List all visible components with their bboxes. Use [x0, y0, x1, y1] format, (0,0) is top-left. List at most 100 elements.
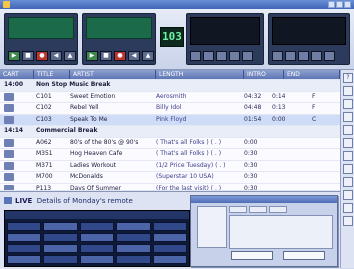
track-length: 0:00	[244, 138, 258, 146]
schedule-cell[interactable]	[43, 244, 78, 253]
track-artist: Pink Floyd	[156, 115, 187, 123]
monitor-panel-1	[186, 13, 264, 65]
monitor-button[interactable]	[298, 51, 309, 61]
tool-icon[interactable]	[343, 99, 353, 109]
playlist: 14:00 Non Stop Music Break C101 Sweet Emoti…	[0, 80, 340, 190]
stop-button[interactable]: ■	[100, 51, 112, 61]
playlist-row[interactable]: A062 80's of the 80's @ 90's ( That's all …	[0, 138, 340, 149]
playlist-row[interactable]: C103 Speak To Me Pink Floyd 01:54 0:00 C	[0, 114, 340, 126]
play-button[interactable]: ▶	[86, 51, 98, 61]
group-title: Commercial Break	[36, 127, 98, 134]
playlist-row[interactable]: M351 Hog Heaven Cafe ( That's all Folks ) …	[0, 149, 340, 161]
monitor-button[interactable]	[324, 51, 335, 61]
column-header[interactable]: CART	[0, 70, 34, 79]
cue-button[interactable]: ◀	[128, 51, 140, 61]
cart-id: M371	[36, 161, 53, 169]
track-artist: Billy Idol	[156, 104, 182, 111]
monitor-button[interactable]	[190, 51, 201, 61]
close-button[interactable]	[344, 1, 351, 8]
group-time: 14:14	[4, 127, 24, 134]
dialog-list[interactable]	[197, 206, 227, 248]
eject-button[interactable]: ▲	[64, 51, 76, 61]
time-counter: 103	[160, 27, 184, 47]
schedule-cell[interactable]	[7, 244, 42, 253]
cart-icon	[4, 161, 14, 170]
eject-button[interactable]: ▲	[142, 51, 154, 61]
schedule-cell[interactable]	[152, 233, 187, 242]
schedule-cell[interactable]	[7, 222, 42, 231]
track-length: 04:48	[244, 104, 262, 111]
track-artist: ( That's all Folks ) ( . )	[156, 150, 222, 157]
schedule-cell[interactable]	[116, 244, 151, 253]
schedule-cell[interactable]	[79, 222, 115, 231]
monitor-2-screen	[272, 17, 346, 45]
dialog-tab[interactable]	[269, 206, 287, 213]
dialog-ok-button[interactable]	[231, 251, 273, 260]
dialog-tab[interactable]	[229, 206, 247, 213]
schedule-cell[interactable]	[43, 233, 78, 242]
dialog-tab[interactable]	[249, 206, 267, 213]
maximize-button[interactable]	[336, 1, 343, 8]
tool-icon[interactable]: ?	[343, 73, 353, 83]
schedule-cell[interactable]	[152, 222, 187, 231]
schedule-cell[interactable]	[7, 233, 42, 242]
column-header[interactable]: LENGTH	[156, 70, 244, 79]
playlist-row[interactable]: P113 Days Of Summer (For the last visit) (…	[0, 184, 340, 191]
tool-icon[interactable]	[343, 86, 353, 96]
tool-icon[interactable]	[343, 138, 353, 148]
playlist-row[interactable]: M700 McDonalds (Superstar 10 USA) 0:30	[0, 172, 340, 184]
cue-button[interactable]: ◀	[50, 51, 62, 61]
playlist-group-row[interactable]: 14:14 Commercial Break	[0, 126, 340, 138]
playlist-row[interactable]: C101 Sweet Emotion Aerosmith 04:32 0:14 F	[0, 92, 340, 103]
column-header[interactable]: INTRO	[244, 70, 284, 79]
schedule-cell[interactable]	[116, 222, 151, 231]
remote-details-window: LIVE Details of Monday's remote	[0, 191, 340, 269]
playlist-row[interactable]: C102 Rebel Yell Billy Idol 04:48 0:13 F	[0, 103, 340, 115]
schedule-cell[interactable]	[79, 244, 115, 253]
schedule-cell[interactable]	[79, 255, 115, 264]
track-length: 0:30	[244, 161, 258, 169]
monitor-button[interactable]	[216, 51, 227, 61]
column-header[interactable]: ARTIST	[70, 70, 156, 79]
schedule-cell[interactable]	[152, 255, 187, 264]
tool-icon[interactable]	[343, 190, 353, 200]
column-header[interactable]: END	[284, 70, 340, 79]
stop-button[interactable]: ■	[22, 51, 34, 61]
monitor-button[interactable]	[311, 51, 322, 61]
tool-icon[interactable]	[343, 216, 353, 226]
tool-icon[interactable]	[343, 125, 353, 135]
tool-icon[interactable]	[343, 112, 353, 122]
schedule-cell[interactable]	[116, 233, 151, 242]
schedule-cell[interactable]	[116, 255, 151, 264]
schedule-cell[interactable]	[43, 255, 78, 264]
monitor-button[interactable]	[229, 51, 240, 61]
column-header[interactable]: TITLE	[34, 70, 70, 79]
tool-icon[interactable]	[343, 203, 353, 213]
monitor-button[interactable]	[203, 51, 214, 61]
schedule-cell[interactable]	[43, 222, 78, 231]
schedule-cell[interactable]	[7, 255, 42, 264]
tool-icon[interactable]	[343, 151, 353, 161]
record-button[interactable]: ●	[36, 51, 48, 61]
dialog-cancel-button[interactable]	[283, 251, 325, 260]
title-bar	[0, 0, 354, 9]
track-title: Hog Heaven Cafe	[70, 150, 123, 157]
schedule-cell[interactable]	[79, 233, 115, 242]
remote-schedule-grid	[4, 210, 190, 267]
monitor-button[interactable]	[242, 51, 253, 61]
playlist-column-header: CART TITLE ARTIST LENGTH INTRO END	[0, 70, 340, 79]
app-icon	[3, 1, 10, 8]
tool-icon[interactable]	[343, 164, 353, 174]
playlist-row[interactable]: M371 Ladies Workout (1/2 Price Tuesday) ( …	[0, 161, 340, 172]
tool-icon[interactable]	[343, 177, 353, 187]
minimize-button[interactable]	[328, 1, 335, 8]
play-button[interactable]: ▶	[8, 51, 20, 61]
record-button[interactable]: ●	[114, 51, 126, 61]
schedule-cell[interactable]	[152, 244, 187, 253]
cart-icon	[4, 184, 14, 190]
monitor-button[interactable]	[285, 51, 296, 61]
playlist-group-row[interactable]: 14:00 Non Stop Music Break	[0, 80, 340, 92]
monitor-button[interactable]	[272, 51, 283, 61]
monitor-1-controls	[190, 51, 253, 61]
cart-id: P113	[36, 184, 52, 191]
